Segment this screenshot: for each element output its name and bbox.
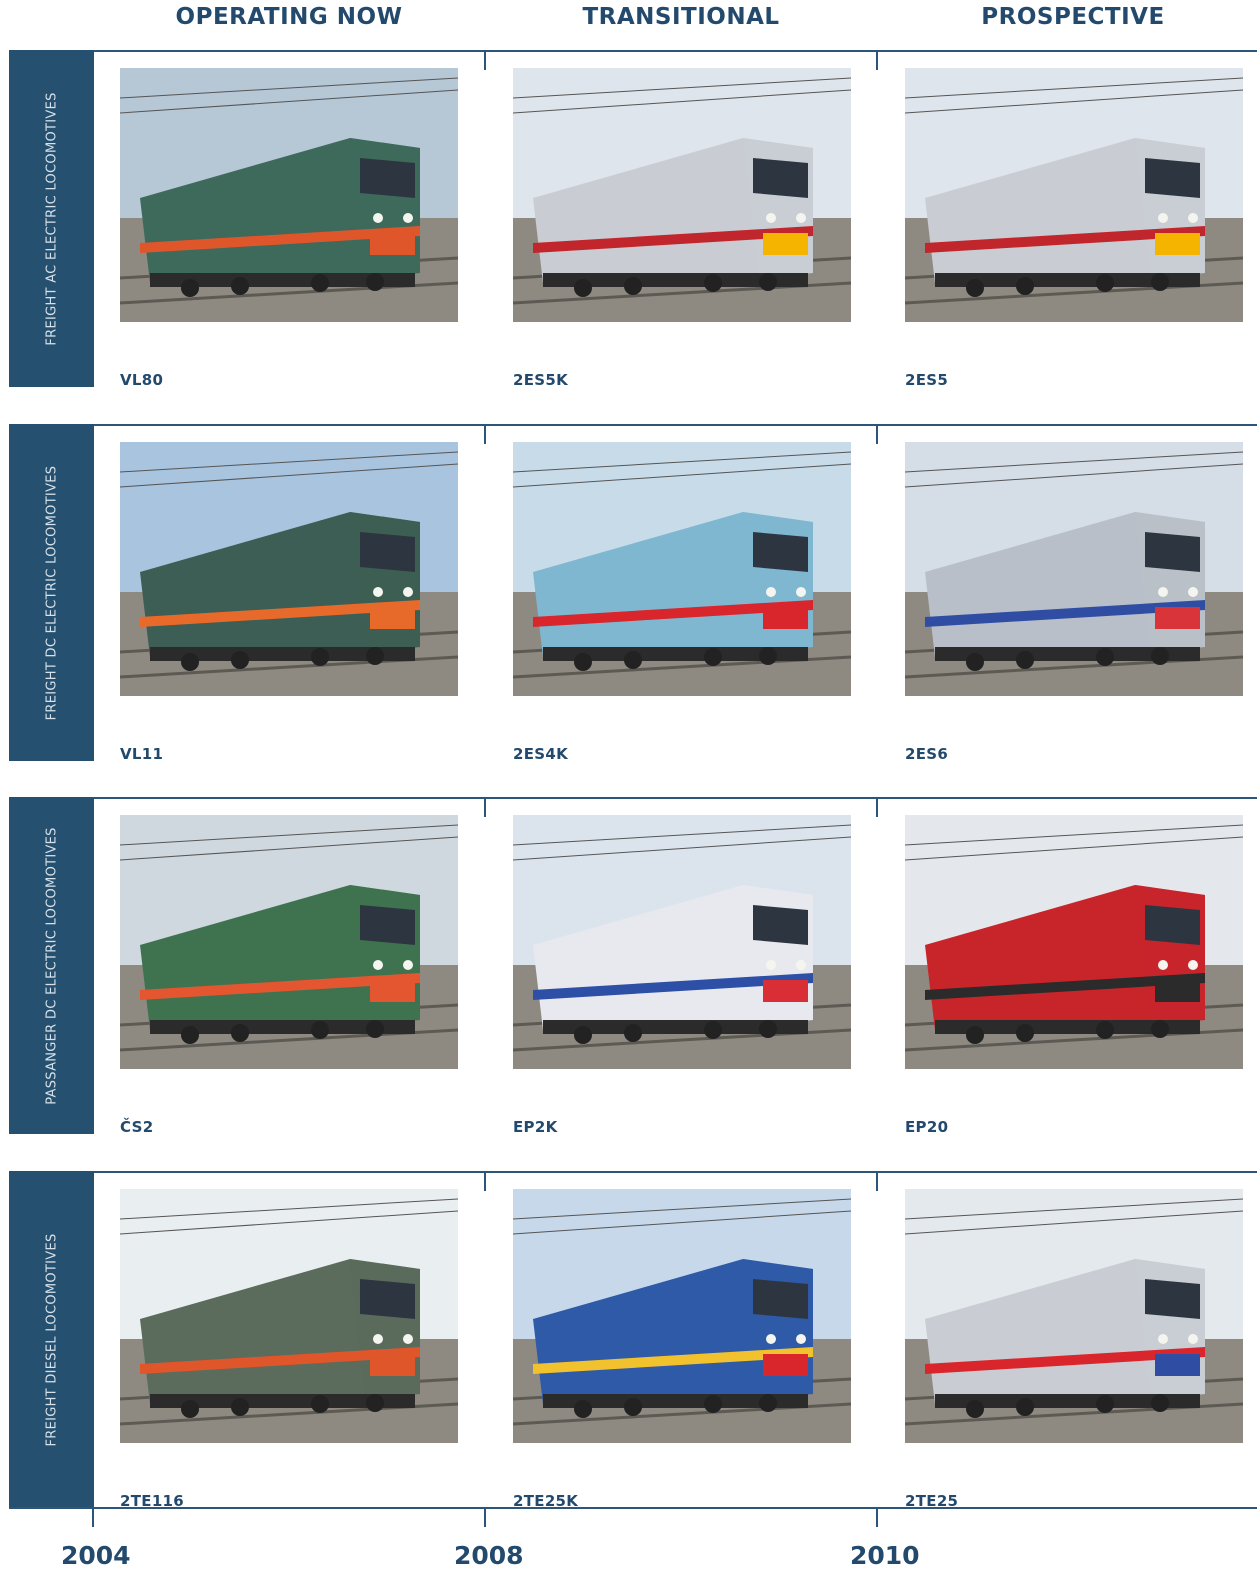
- locomotive-photo: [120, 815, 458, 1069]
- timeline-tick-2008: [484, 1507, 486, 1527]
- column-divider-tick: [484, 1171, 486, 1191]
- row-category-label: PASSANGER DC ELECTRIC LOCOMOTIVES: [44, 826, 59, 1105]
- row-category-label: FREIGHT DC ELECTRIC LOCOMOTIVES: [44, 465, 59, 720]
- locomotive-photo: [905, 1189, 1243, 1443]
- locomotive-model-label: 2ES5K: [513, 371, 569, 389]
- locomotive-model-label: 2ES5: [905, 371, 949, 389]
- locomotive-model-label: VL11: [120, 745, 164, 763]
- row-category-band: FREIGHT DIESEL LOCOMOTIVES: [9, 1171, 94, 1508]
- column-header-operating-now: OPERATING NOW: [175, 4, 403, 30]
- locomotive-photo: [905, 442, 1243, 696]
- row-category-label: FREIGHT DIESEL LOCOMOTIVES: [44, 1232, 59, 1447]
- locomotive-photo: [513, 1189, 851, 1443]
- locomotive-photo: [905, 68, 1243, 322]
- row-category-label: FREIGHT AC ELECTRIC LOCOMOTIVES: [44, 91, 59, 346]
- locomotive-model-label: 2ES6: [905, 745, 949, 763]
- column-header-prospective: PROSPECTIVE: [981, 4, 1165, 30]
- column-divider-tick: [484, 424, 486, 444]
- locomotive-model-label: 2ES4K: [513, 745, 569, 763]
- locomotive-row: FREIGHT DC ELECTRIC LOCOMOTIVES VL11 2ES…: [0, 424, 1257, 763]
- column-divider-tick: [484, 50, 486, 70]
- locomotive-row: FREIGHT AC ELECTRIC LOCOMOTIVES VL80 2ES…: [0, 50, 1257, 389]
- row-top-rule: [94, 797, 1257, 799]
- column-divider-tick: [876, 1171, 878, 1191]
- locomotive-photo: [120, 442, 458, 696]
- locomotive-row: FREIGHT DIESEL LOCOMOTIVES 2TE116 2TE25K…: [0, 1171, 1257, 1510]
- locomotive-row: PASSANGER DC ELECTRIC LOCOMOTIVES ČS2 EP…: [0, 797, 1257, 1136]
- locomotive-photo: [513, 68, 851, 322]
- row-category-band: FREIGHT DC ELECTRIC LOCOMOTIVES: [9, 424, 94, 761]
- timeline-tick-2004: [92, 1507, 94, 1527]
- locomotive-model-label: VL80: [120, 371, 164, 389]
- locomotive-photo: [120, 1189, 458, 1443]
- row-top-rule: [94, 50, 1257, 52]
- locomotive-model-label: EP20: [905, 1118, 949, 1136]
- locomotive-photo: [513, 442, 851, 696]
- year-label-2008: 2008: [454, 1541, 524, 1570]
- row-category-band: FREIGHT AC ELECTRIC LOCOMOTIVES: [9, 50, 94, 387]
- column-divider-tick: [876, 424, 878, 444]
- timeline-tick-2010: [876, 1507, 878, 1527]
- locomotive-photo: [120, 68, 458, 322]
- row-top-rule: [94, 424, 1257, 426]
- row-category-band: PASSANGER DC ELECTRIC LOCOMOTIVES: [9, 797, 94, 1134]
- column-divider-tick: [484, 797, 486, 817]
- year-label-2004: 2004: [61, 1541, 131, 1570]
- column-header-transitional: TRANSITIONAL: [582, 4, 780, 30]
- column-divider-tick: [876, 50, 878, 70]
- year-label-2010: 2010: [850, 1541, 920, 1570]
- locomotive-photo: [905, 815, 1243, 1069]
- row-top-rule: [94, 1171, 1257, 1173]
- locomotive-photo: [513, 815, 851, 1069]
- locomotive-model-label: EP2K: [513, 1118, 558, 1136]
- locomotive-model-label: ČS2: [120, 1118, 154, 1136]
- timeline-axis: [9, 1507, 1257, 1509]
- column-divider-tick: [876, 797, 878, 817]
